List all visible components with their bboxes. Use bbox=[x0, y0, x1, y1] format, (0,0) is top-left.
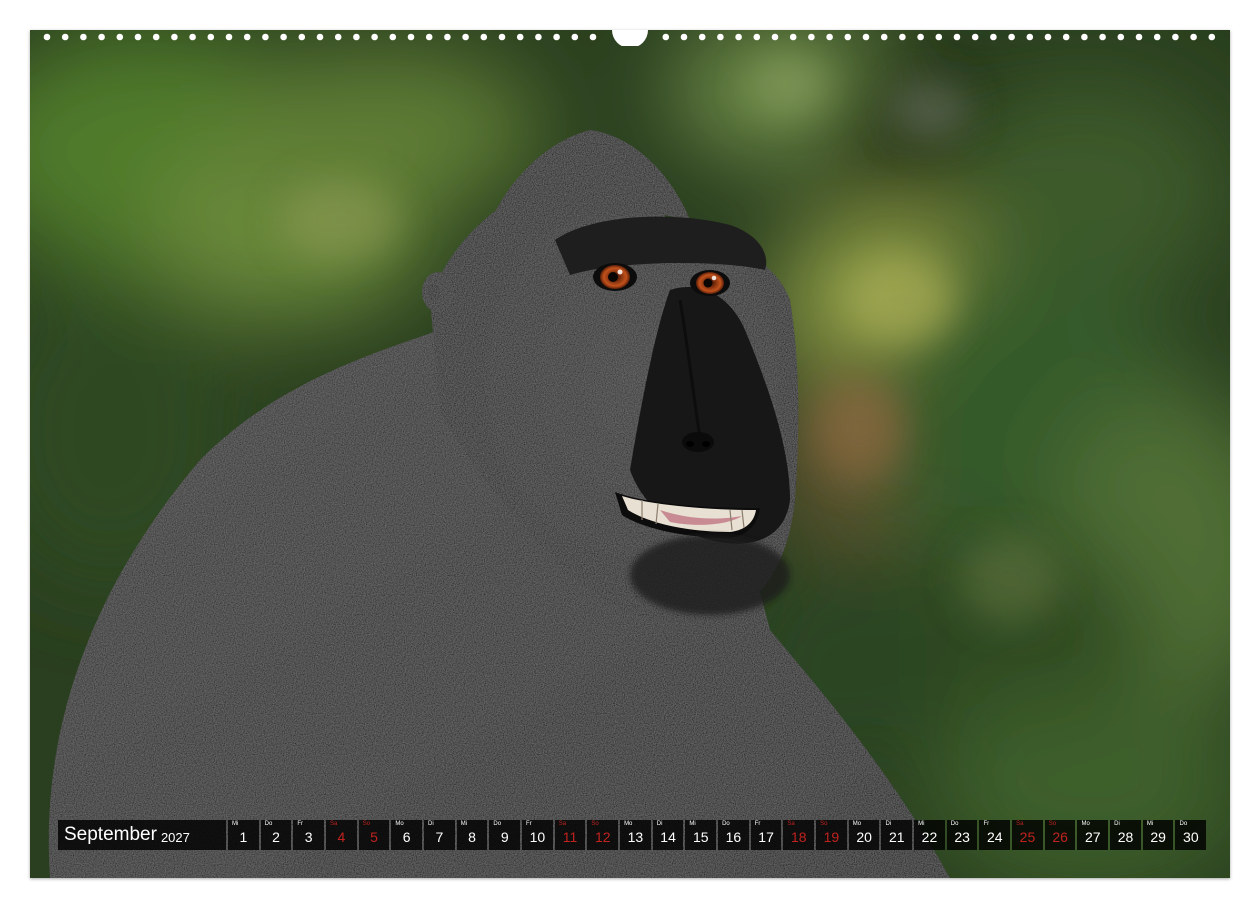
weekday-abbrev: Sa bbox=[330, 821, 338, 827]
weekday-abbrev: Do bbox=[950, 821, 959, 827]
weekday-abbrev: Fr bbox=[297, 821, 304, 827]
day-cell: Sa 25 bbox=[1012, 820, 1043, 850]
day-cell: Di 21 bbox=[881, 820, 913, 850]
weekday-abbrev: Fr bbox=[983, 821, 990, 827]
day-number: 13 bbox=[627, 828, 644, 845]
day-cell: Di 7 bbox=[424, 820, 455, 850]
day-number: 7 bbox=[435, 828, 444, 845]
weekday-abbrev: Mo bbox=[395, 821, 404, 827]
weekday-abbrev: Mo bbox=[1081, 821, 1090, 827]
year: 2027 bbox=[160, 829, 190, 845]
weekday-abbrev: Fr bbox=[526, 821, 532, 827]
day-number: 24 bbox=[987, 828, 1003, 845]
day-cell: Sa 4 bbox=[326, 820, 357, 850]
day-cell: Fr 24 bbox=[979, 820, 1011, 850]
day-cell: Mo 20 bbox=[848, 820, 880, 850]
day-cell: Do 23 bbox=[946, 820, 978, 850]
day-cell: Mi 22 bbox=[914, 820, 945, 850]
macaque-photo bbox=[30, 30, 1230, 878]
weekday-abbrev: Do bbox=[493, 821, 502, 827]
day-cell: So 19 bbox=[816, 820, 847, 850]
day-cell: Fr 10 bbox=[522, 820, 553, 850]
day-number: 18 bbox=[790, 828, 807, 845]
calendar-page: September 2027 Mi 1 Do 2 Fr 3 Sa 4 So 5 Mo 6 Di 7 Mi 8 D… bbox=[30, 30, 1230, 878]
weekday-abbrev: So bbox=[820, 821, 828, 827]
weekday-abbrev: Di bbox=[1114, 821, 1120, 827]
day-cell: Mi 15 bbox=[685, 820, 717, 850]
day-cell: Mo 6 bbox=[391, 820, 423, 850]
day-cell: Mi 29 bbox=[1142, 820, 1174, 850]
day-number: 22 bbox=[921, 828, 938, 845]
day-cell: Mo 13 bbox=[620, 820, 651, 850]
day-cell: So 26 bbox=[1044, 820, 1076, 850]
day-cell: Di 14 bbox=[652, 820, 684, 850]
day-number: 10 bbox=[529, 828, 546, 845]
weekday-abbrev: Mi bbox=[918, 821, 925, 827]
weekday-abbrev: So bbox=[591, 821, 599, 827]
day-number: 25 bbox=[1019, 828, 1036, 845]
weekday-abbrev: Do bbox=[264, 821, 273, 827]
weekday-abbrev: So bbox=[1048, 821, 1057, 827]
day-number: 16 bbox=[725, 828, 742, 845]
day-cell: Mi 8 bbox=[456, 820, 488, 850]
day-number: 3 bbox=[304, 828, 313, 845]
day-cell: Mo 27 bbox=[1077, 820, 1109, 850]
day-number: 1 bbox=[239, 828, 248, 845]
month-name: September bbox=[64, 824, 157, 845]
day-number: 30 bbox=[1183, 828, 1199, 845]
weekday-abbrev: Di bbox=[656, 821, 663, 827]
day-cell: Fr 17 bbox=[750, 820, 782, 850]
weekday-abbrev: Sa bbox=[558, 821, 567, 827]
day-cell: Fr 3 bbox=[293, 820, 325, 850]
day-number: 29 bbox=[1150, 828, 1166, 845]
day-number: 17 bbox=[758, 828, 774, 845]
day-number: 11 bbox=[562, 828, 578, 845]
weekday-abbrev: Mo bbox=[852, 821, 862, 827]
day-cell: Do 30 bbox=[1175, 820, 1207, 850]
day-number: 8 bbox=[468, 828, 476, 845]
weekday-abbrev: Mi bbox=[689, 821, 696, 827]
day-number: 23 bbox=[954, 828, 970, 845]
weekday-abbrev: Mi bbox=[460, 821, 468, 827]
day-cell: So 5 bbox=[358, 820, 390, 850]
day-number: 9 bbox=[500, 828, 509, 845]
day-number: 5 bbox=[370, 828, 378, 845]
day-cell: Do 2 bbox=[260, 820, 292, 850]
weekday-abbrev: Do bbox=[722, 821, 730, 827]
weekday-abbrev: So bbox=[362, 821, 371, 827]
day-cell: Mi 1 bbox=[228, 820, 259, 850]
weekday-abbrev: Di bbox=[428, 821, 434, 827]
day-number: 27 bbox=[1085, 828, 1101, 845]
day-number: 2 bbox=[272, 828, 280, 845]
day-number: 20 bbox=[856, 828, 872, 845]
weekday-abbrev: Do bbox=[1179, 821, 1188, 827]
day-number: 15 bbox=[692, 828, 709, 845]
day-number: 12 bbox=[594, 828, 611, 845]
weekday-abbrev: Mi bbox=[1146, 821, 1154, 827]
day-number: 19 bbox=[823, 828, 840, 845]
day-cell: Di 28 bbox=[1110, 820, 1141, 850]
day-number: 26 bbox=[1052, 828, 1068, 845]
day-cell: Do 16 bbox=[718, 820, 749, 850]
weekday-abbrev: Sa bbox=[787, 821, 795, 827]
day-number: 14 bbox=[660, 828, 676, 845]
day-cell: Do 9 bbox=[489, 820, 521, 850]
day-cell: So 12 bbox=[587, 820, 619, 850]
weekday-abbrev: Sa bbox=[1016, 821, 1024, 827]
day-number: 21 bbox=[888, 828, 905, 845]
weekday-abbrev: Di bbox=[885, 821, 892, 827]
day-number: 6 bbox=[402, 828, 411, 845]
weekday-abbrev: Fr bbox=[754, 821, 761, 827]
day-cell: Sa 18 bbox=[783, 820, 815, 850]
day-number: 28 bbox=[1117, 828, 1134, 845]
weekday-abbrev: Mi bbox=[232, 821, 239, 827]
month-label: September 2027 bbox=[58, 820, 226, 850]
day-number: 4 bbox=[337, 828, 346, 845]
day-cells: Mi 1 Do 2 Fr 3 Sa 4 So 5 Mo 6 Di 7 Mi 8 Do 9 Fr 10 Sa 11 So 12 M… bbox=[228, 820, 1207, 850]
calendar-strip: September 2027 Mi 1 Do 2 Fr 3 Sa 4 So 5 Mo 6 Di 7 Mi 8 D… bbox=[58, 820, 1207, 850]
day-cell: Sa 11 bbox=[554, 820, 586, 850]
weekday-abbrev: Mo bbox=[624, 821, 633, 827]
